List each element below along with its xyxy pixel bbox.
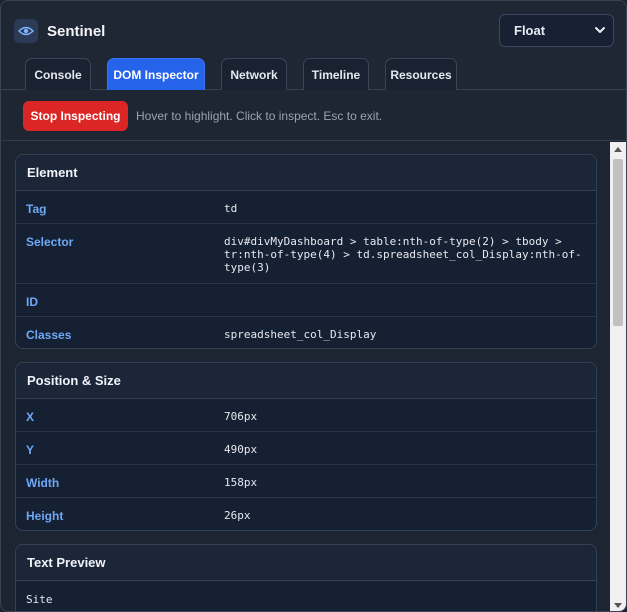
inspector-window: Sentinel Float Console DOM Inspector Net… [0, 0, 627, 612]
mode-select-value: Float [514, 23, 546, 38]
toolbar: Stop Inspecting Hover to highlight. Clic… [1, 91, 626, 141]
row-key: ID [26, 295, 38, 309]
element-row-selector: Selector div#divMyDashboard > table:nth-… [16, 224, 596, 284]
element-row-tag: Tag td [16, 191, 596, 224]
row-key: Selector [26, 235, 74, 249]
element-row-classes: Classes spreadsheet_col_Display [16, 317, 596, 348]
row-key: Classes [26, 328, 72, 342]
header: Sentinel Float Console DOM Inspector Net… [1, 1, 626, 90]
tab-timeline[interactable]: Timeline [303, 58, 369, 90]
tab-network[interactable]: Network [221, 58, 287, 90]
position-size-card-title: Position & Size [16, 363, 596, 399]
row-key: X [26, 410, 35, 424]
row-key: Width [26, 476, 60, 490]
row-key: Tag [26, 202, 47, 216]
position-row-height: Height 26px [16, 498, 596, 530]
position-row-x: X 706px [16, 399, 596, 432]
chevron-down-icon [593, 23, 607, 37]
eye-icon [14, 19, 38, 43]
row-value: div#divMyDashboard > table:nth-of-type(2… [224, 235, 582, 274]
text-preview-card-title: Text Preview [16, 545, 596, 581]
scroll-up-arrow-icon[interactable] [614, 147, 622, 152]
scroll-down-arrow-icon[interactable] [614, 603, 622, 608]
position-row-y: Y 490px [16, 432, 596, 465]
element-row-id: ID [16, 284, 596, 317]
text-preview-card: Text Preview Site [15, 544, 597, 611]
row-value: 158px [224, 476, 258, 489]
position-size-card: Position & Size X 706px Y 490px Width 15… [15, 362, 597, 531]
row-value: 490px [224, 443, 258, 456]
scrollbar-thumb[interactable] [613, 159, 623, 326]
text-preview-value: Site [26, 593, 53, 606]
element-card: Element Tag td Selector div#divMyDashboa… [15, 154, 597, 349]
mode-select[interactable]: Float [499, 14, 614, 47]
row-value: spreadsheet_col_Display [224, 328, 377, 341]
tab-resources[interactable]: Resources [385, 58, 457, 90]
tab-dom-inspector[interactable]: DOM Inspector [107, 58, 205, 90]
row-value: td [224, 202, 238, 215]
position-row-width: Width 158px [16, 465, 596, 498]
row-key: Y [26, 443, 35, 457]
inspector-hint: Hover to highlight. Click to inspect. Es… [136, 109, 383, 123]
app-title: Sentinel [47, 23, 106, 40]
tab-console[interactable]: Console [25, 58, 91, 90]
row-key: Height [26, 509, 64, 523]
inspector-content: Element Tag td Selector div#divMyDashboa… [1, 142, 610, 611]
stop-inspecting-button[interactable]: Stop Inspecting [23, 101, 128, 131]
text-preview-row: Site [16, 581, 596, 611]
element-card-title: Element [16, 155, 596, 191]
row-value: 26px [224, 509, 251, 522]
content-scrollbar[interactable] [610, 142, 626, 611]
row-value: 706px [224, 410, 258, 423]
